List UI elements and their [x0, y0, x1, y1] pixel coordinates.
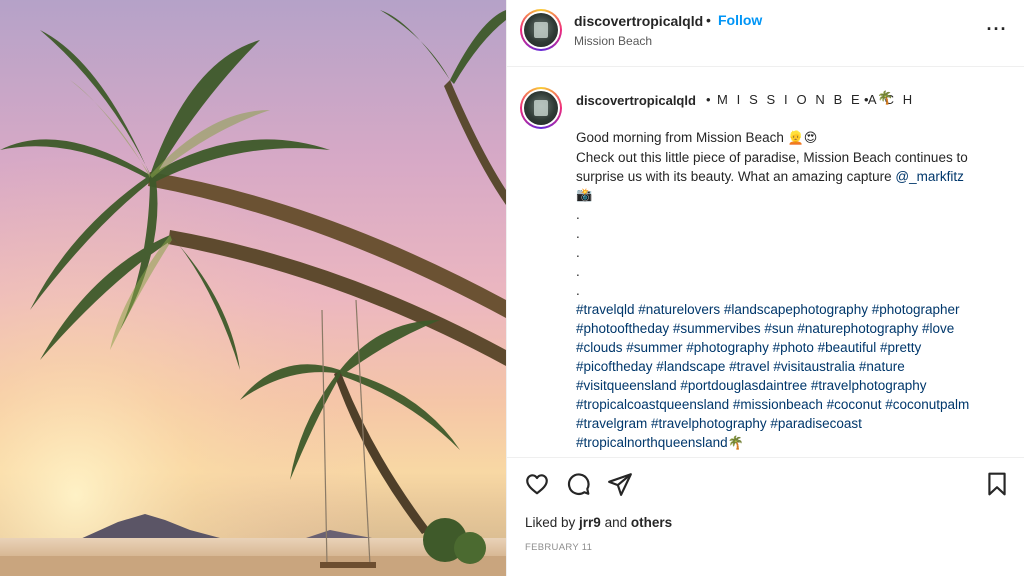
hashtag-block: #travelqld #naturelovers #landscapephoto…	[576, 300, 1014, 453]
mention-link[interactable]: @_markfitz	[895, 169, 963, 184]
camera-emoji: 📸	[576, 188, 593, 203]
caption-dot: .	[576, 207, 580, 222]
header-separator: •	[706, 12, 711, 28]
caption-dot: .	[576, 226, 580, 241]
hashtag-line[interactable]: #travelgram #travelphotography #paradise…	[576, 414, 1014, 433]
post-date[interactable]: FEBRUARY 11	[525, 542, 592, 553]
liked-by: Liked by jrr9 and others	[525, 515, 673, 530]
caption-separator: •	[706, 92, 711, 107]
caption-dot: .	[576, 245, 580, 260]
caption-text: Good morning from Mission Beach 👱😍 Check…	[576, 128, 1014, 453]
hashtag-line[interactable]: #visitqueensland #portdouglasdaintree #t…	[576, 376, 1014, 395]
heart-icon[interactable]	[524, 471, 550, 497]
caption-dot: .	[576, 283, 580, 298]
comment-icon[interactable]	[565, 471, 591, 497]
share-icon[interactable]	[607, 471, 633, 497]
post-side-panel: discovertropicalqld • Follow Mission Bea…	[506, 0, 1024, 576]
post-actions: Liked by jrr9 and others FEBRUARY 11	[507, 457, 1024, 575]
hashtag-line[interactable]: #tropicalcoastqueensland #missionbeach #…	[576, 395, 1014, 414]
hashtag-line[interactable]: #clouds #summer #photography #photo #bea…	[576, 338, 1014, 357]
caption-section: discovertropicalqld • M I S S I O N B E …	[507, 67, 1024, 457]
caption-username[interactable]: discovertropicalqld	[576, 93, 696, 108]
header-username[interactable]: discovertropicalqld	[574, 13, 703, 29]
hashtag-line[interactable]: #tropicalnorthqueensland🌴	[576, 433, 1014, 453]
palm-tree-emoji: 🌴	[727, 436, 744, 451]
caption-dot: .	[576, 264, 580, 279]
caption-emoji: 👱😍	[787, 131, 818, 146]
hashtag-line[interactable]: #picoftheday #landscape #travel #visitau…	[576, 357, 1014, 376]
header-location[interactable]: Mission Beach	[574, 34, 652, 48]
bookmark-icon[interactable]	[984, 471, 1010, 497]
post-image[interactable]	[0, 0, 506, 576]
palm-beach-photo	[0, 0, 506, 576]
caption-line: Good morning from Mission Beach 👱😍	[576, 130, 818, 146]
liked-by-others[interactable]: others	[631, 515, 672, 530]
post-header: discovertropicalqld • Follow Mission Bea…	[507, 0, 1024, 67]
more-horizontal-icon[interactable]: ···	[985, 20, 1009, 40]
caption-separator-2: •	[864, 92, 869, 107]
hashtag-line[interactable]: #travelqld #naturelovers #landscapephoto…	[576, 300, 1014, 319]
caption-line: Check out this little piece of paradise,…	[576, 150, 968, 165]
liked-by-user[interactable]: jrr9	[579, 515, 601, 530]
hashtag-line[interactable]: #photooftheday #summervibes #sun #nature…	[576, 319, 1014, 338]
caption-line: surprise us with its beauty. What an ama…	[576, 169, 964, 184]
palm-tree-emoji: 🌴	[877, 91, 894, 106]
avatar[interactable]	[520, 9, 562, 51]
follow-button[interactable]: Follow	[718, 12, 762, 28]
caption-avatar[interactable]	[520, 87, 562, 129]
